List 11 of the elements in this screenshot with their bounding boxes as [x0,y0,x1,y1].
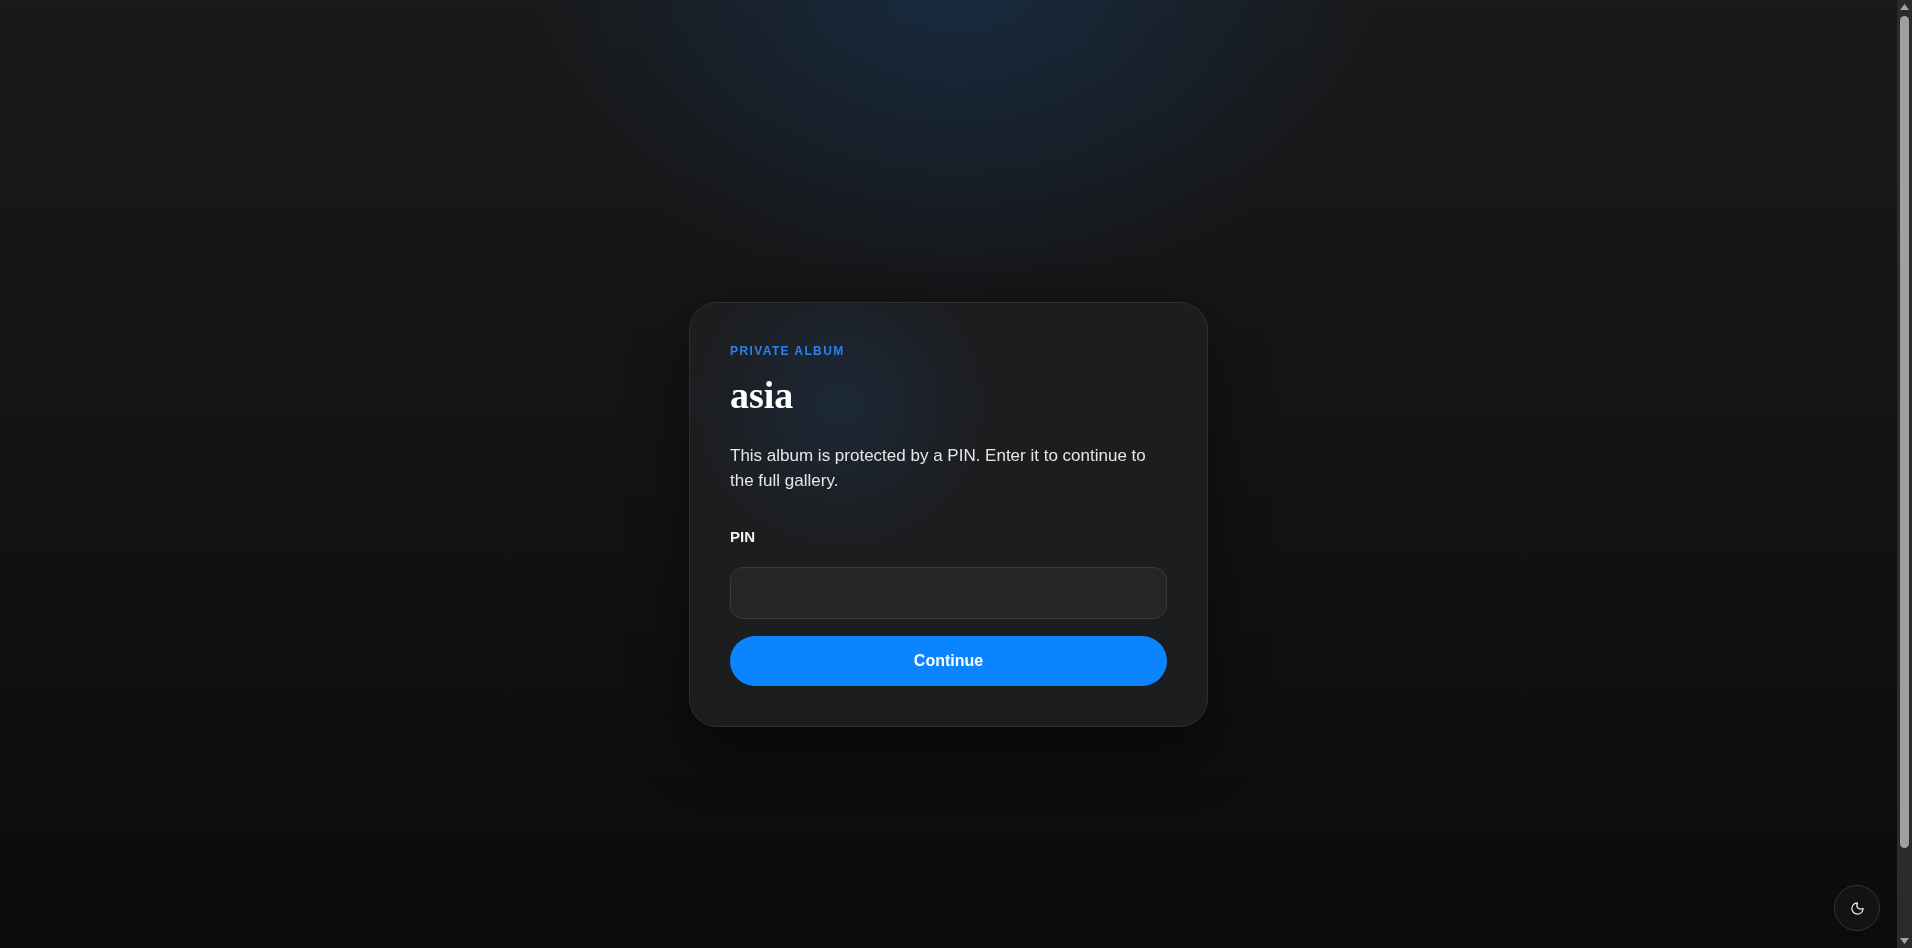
scrollbar-thumb[interactable] [1900,16,1909,848]
scroll-up-arrow-icon[interactable] [1900,4,1909,10]
continue-button[interactable]: Continue [730,635,1167,686]
scroll-down-arrow-icon[interactable] [1900,938,1909,944]
moon-icon [1849,900,1865,916]
pin-label: PIN [730,526,755,547]
theme-toggle-button[interactable] [1834,885,1880,931]
description-text: This album is protected by a PIN. Enter it to continue to the full gallery. [730,444,1147,492]
eyebrow-label: PRIVATE ALBUM [730,342,845,359]
pin-input-field[interactable] [730,566,1167,619]
album-title: asia [730,372,794,417]
